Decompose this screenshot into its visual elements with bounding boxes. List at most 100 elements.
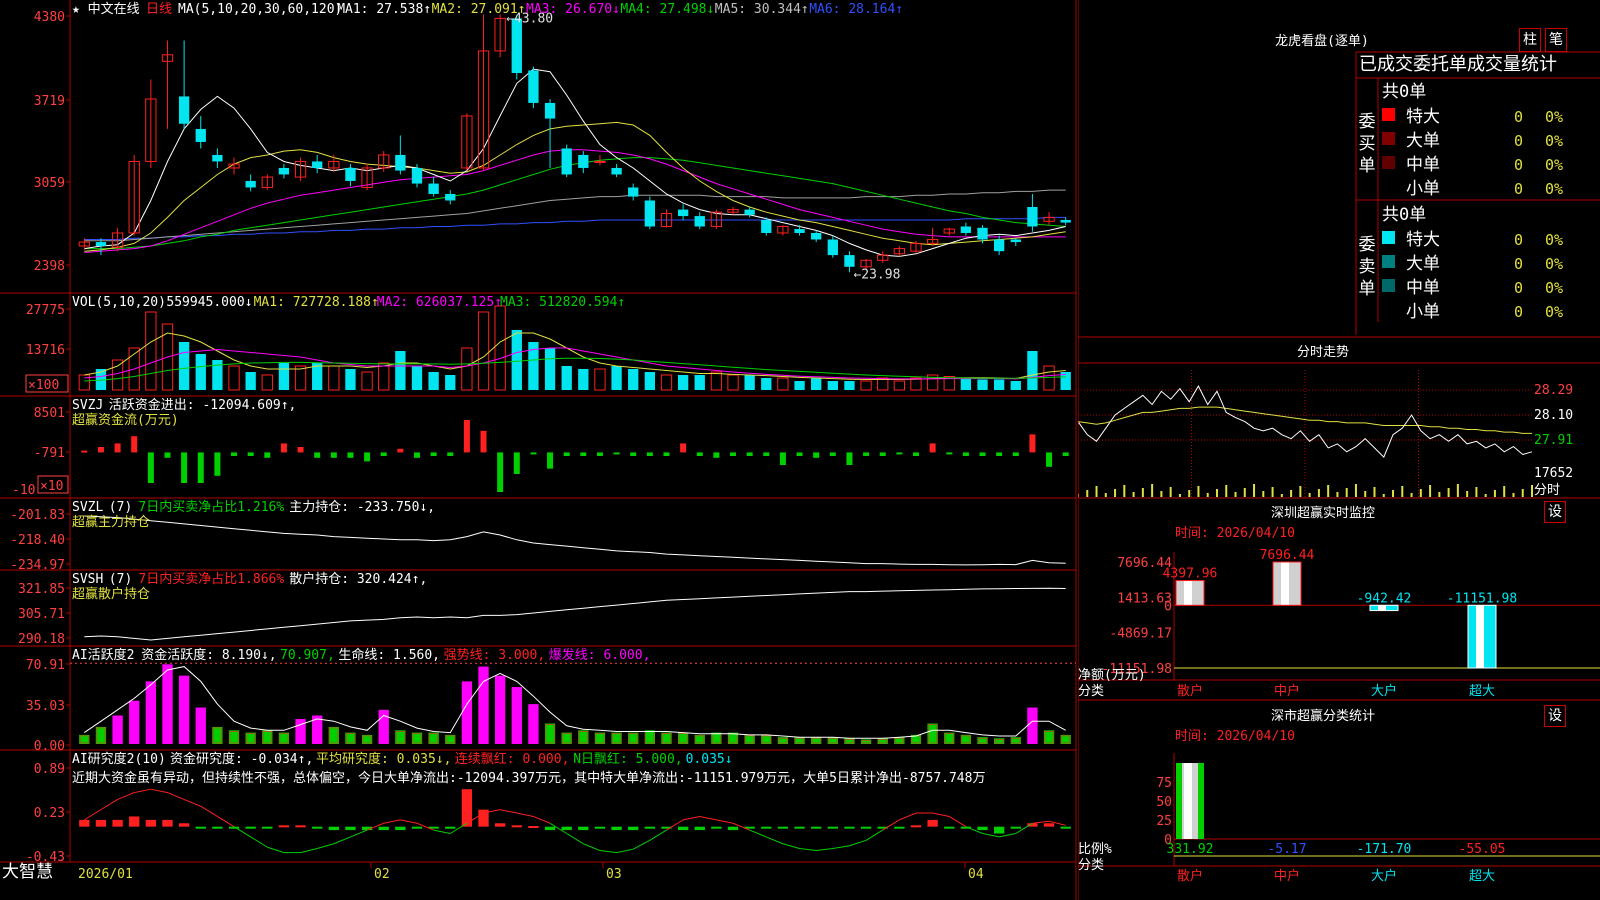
- indicator-charts[interactable]: ←43.80←23.984380371930592398★ 中文在线 日线 MA(5…: [0, 0, 1078, 900]
- intraday-volume-bar: [1188, 490, 1191, 497]
- classify-settings-button[interactable]: 设: [1544, 705, 1566, 727]
- flow-bar: [480, 430, 487, 453]
- research-line: [749, 829, 767, 838]
- activity-bar: [411, 732, 423, 744]
- order-pct: 0%: [1545, 180, 1563, 198]
- flow-bar: [147, 452, 154, 483]
- classify-title: 深市超赢分类统计: [1271, 708, 1375, 724]
- intraday-volume-bar: [1206, 493, 1209, 497]
- volume-bar: [594, 368, 606, 391]
- monitor-settings-button[interactable]: 设: [1544, 501, 1566, 523]
- research-bar: [761, 826, 772, 829]
- candle: [312, 161, 323, 168]
- flow-bar: [979, 452, 986, 456]
- volume-bar: [461, 347, 473, 391]
- research-line: [117, 792, 135, 800]
- research-line: [932, 812, 950, 817]
- flow-bar: [946, 452, 953, 455]
- volume-bar: [1027, 351, 1038, 390]
- intraday-volume-bar: [1169, 487, 1172, 497]
- y-tick-label: 305.71: [18, 607, 65, 622]
- order-view-button[interactable]: 笔: [1545, 28, 1567, 52]
- legend-item: 0.035↓: [686, 752, 733, 767]
- volume-bar: [228, 365, 240, 391]
- intraday-volume-bar: [1151, 484, 1154, 497]
- candle: [993, 239, 1005, 252]
- research-bar: [561, 826, 572, 831]
- flow-bar: [330, 452, 337, 458]
- volume-bar: [777, 377, 789, 391]
- flow-bar: [580, 452, 587, 456]
- flow-bar: [680, 443, 687, 453]
- intraday-volume-bar: [1345, 488, 1348, 497]
- activity-bar: [228, 730, 240, 744]
- stock-title: ★ 中文在线: [72, 2, 140, 17]
- research-bar: [195, 826, 206, 829]
- order-count: 0: [1514, 255, 1523, 273]
- legend-item: 7日内买卖净占比1.216%: [138, 499, 284, 515]
- flow-bar: [297, 447, 304, 453]
- research-bar: [544, 826, 556, 831]
- intraday-volume-bar: [1419, 489, 1422, 497]
- legend-item: VOL(5,10,20): [72, 295, 166, 310]
- research-bar: [628, 826, 639, 831]
- volume-bar: [477, 311, 490, 391]
- activity-bar: [129, 700, 140, 744]
- activity-bar: [428, 732, 439, 744]
- research-line: [816, 848, 833, 852]
- research-line: [632, 839, 651, 850]
- volume-bar: [395, 351, 406, 390]
- ai-research-chart: 0.890.23-0.43AI研究度2(10) 资金研究度: -0.034↑, 平均…: [26, 751, 1071, 865]
- intraday-volume-bar: [1114, 489, 1117, 497]
- research-line: [317, 843, 334, 849]
- activity-bar: [1060, 734, 1071, 744]
- activity-bar: [212, 726, 223, 744]
- monitor-bar-highlight: [1281, 562, 1289, 606]
- intraday-volume-bar: [1299, 486, 1302, 497]
- monitor-y-tick: -4869.17: [1109, 627, 1172, 642]
- date-label: 04: [968, 867, 984, 882]
- y-tick-label: 27775: [26, 303, 65, 318]
- candle: [844, 255, 855, 267]
- classify-value-label: -5.17: [1267, 842, 1306, 857]
- intraday-volume-bar: [1531, 485, 1533, 497]
- flow-bar: [879, 452, 886, 456]
- candle: [345, 167, 356, 181]
- candle: [544, 102, 556, 119]
- classify-value-label: -55.05: [1459, 842, 1506, 857]
- intraday-volume-bar: [1317, 489, 1320, 497]
- research-bar: [794, 826, 805, 829]
- flow-bar: [1012, 452, 1019, 456]
- legend-item: (7): [109, 500, 132, 515]
- research-line: [566, 833, 584, 845]
- monitor-value-label: -11151.98: [1447, 591, 1517, 606]
- svzl-subtitle: 超赢主力持仓: [72, 514, 150, 530]
- research-bar: [1010, 826, 1021, 829]
- activity-bar: [328, 726, 339, 744]
- monitor-y-tick: 0: [1164, 599, 1172, 614]
- bar-view-button[interactable]: 柱: [1519, 28, 1541, 52]
- vol-unit-label: ×100: [28, 378, 59, 393]
- activity-bar: [628, 732, 639, 744]
- volume-bar: [694, 375, 705, 390]
- y-tick-label: 8501: [34, 406, 65, 421]
- research-bar: [777, 826, 789, 829]
- legend-item: MA5: 30.344↑: [715, 2, 809, 17]
- volume-bar: [761, 378, 772, 390]
- flow-bar: [231, 452, 238, 456]
- volume-bar: [611, 366, 622, 390]
- y-tick-label: 13716: [26, 343, 65, 358]
- y-tick-label: 70.91: [26, 658, 65, 673]
- svzl-chart: -201.83 -218.40 -234.97 SVZL (7) 7日内买卖净占比1.21…: [10, 499, 1066, 573]
- flow-bar: [314, 452, 321, 458]
- legend-item: MA1: 727728.188↑: [254, 295, 379, 310]
- intraday-volume-bar: [1262, 491, 1265, 497]
- research-bar: [511, 825, 522, 828]
- monitor-category: 超大: [1469, 684, 1495, 699]
- volume-bar: [411, 366, 423, 390]
- intraday-volume-bar: [1086, 490, 1089, 497]
- buy-side-label: 单: [1359, 156, 1376, 176]
- research-line: [716, 819, 734, 824]
- classify-value-label: 331.92: [1167, 842, 1214, 857]
- ma1-line: [84, 68, 1066, 257]
